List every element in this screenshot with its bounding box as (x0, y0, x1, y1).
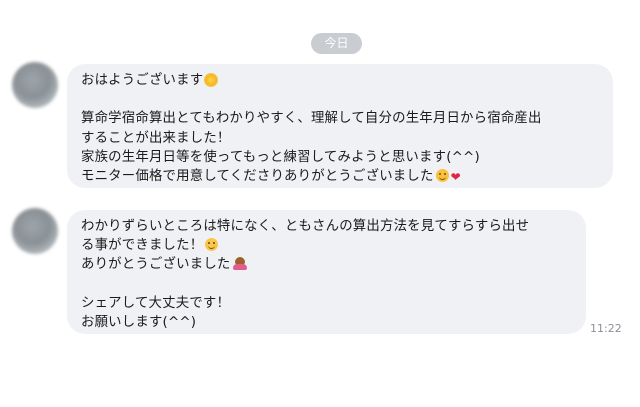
relieved-face-emoji (435, 169, 449, 182)
message-line: することが出来ました！ (81, 130, 231, 146)
avatar[interactable] (12, 62, 58, 108)
red-heart-emoji: ❤ (450, 170, 461, 184)
message-line: ありがとうございました (81, 255, 572, 274)
message-line (81, 275, 572, 294)
chat-thread: 今日 おはようございます 算命学宿命算出とてもわかりやすく、理解して自分の生年月… (0, 0, 640, 407)
message-timestamp: 11:22 (590, 322, 622, 335)
message-line: お願いします(^^) (81, 315, 197, 330)
message-line: わかりずらいところは特になく、ともさんの算出方法を見てすらすら出せ (81, 219, 530, 234)
message-line (81, 90, 599, 109)
message-bubble[interactable]: おはようございます 算命学宿命算出とてもわかりやすく、理解して自分の生年月日から… (67, 64, 613, 188)
message-bubble[interactable]: わかりずらいところは特になく、ともさんの算出方法を見てすらすら出せ る事ができま… (67, 210, 586, 334)
date-separator: 今日 (311, 33, 362, 54)
message-line: おはようございます (81, 71, 599, 90)
message-line: シェアして大丈夫です！ (81, 295, 231, 311)
message-line: モニター価格で用意してくださりありがとうございました ❤ (81, 169, 461, 184)
smiling-face-emoji (205, 238, 219, 252)
message-line: る事ができました！ (81, 236, 572, 255)
message-line: 算命学宿命算出とてもわかりやすく、理解して自分の生年月日から宿命産出 (81, 111, 542, 127)
sun-emoji (205, 74, 218, 86)
person-bowing-emoji (232, 257, 247, 271)
avatar[interactable] (12, 208, 58, 254)
message-line: 家族の生年月日等を使ってもっと練習してみようと思います(^^) (81, 149, 480, 165)
